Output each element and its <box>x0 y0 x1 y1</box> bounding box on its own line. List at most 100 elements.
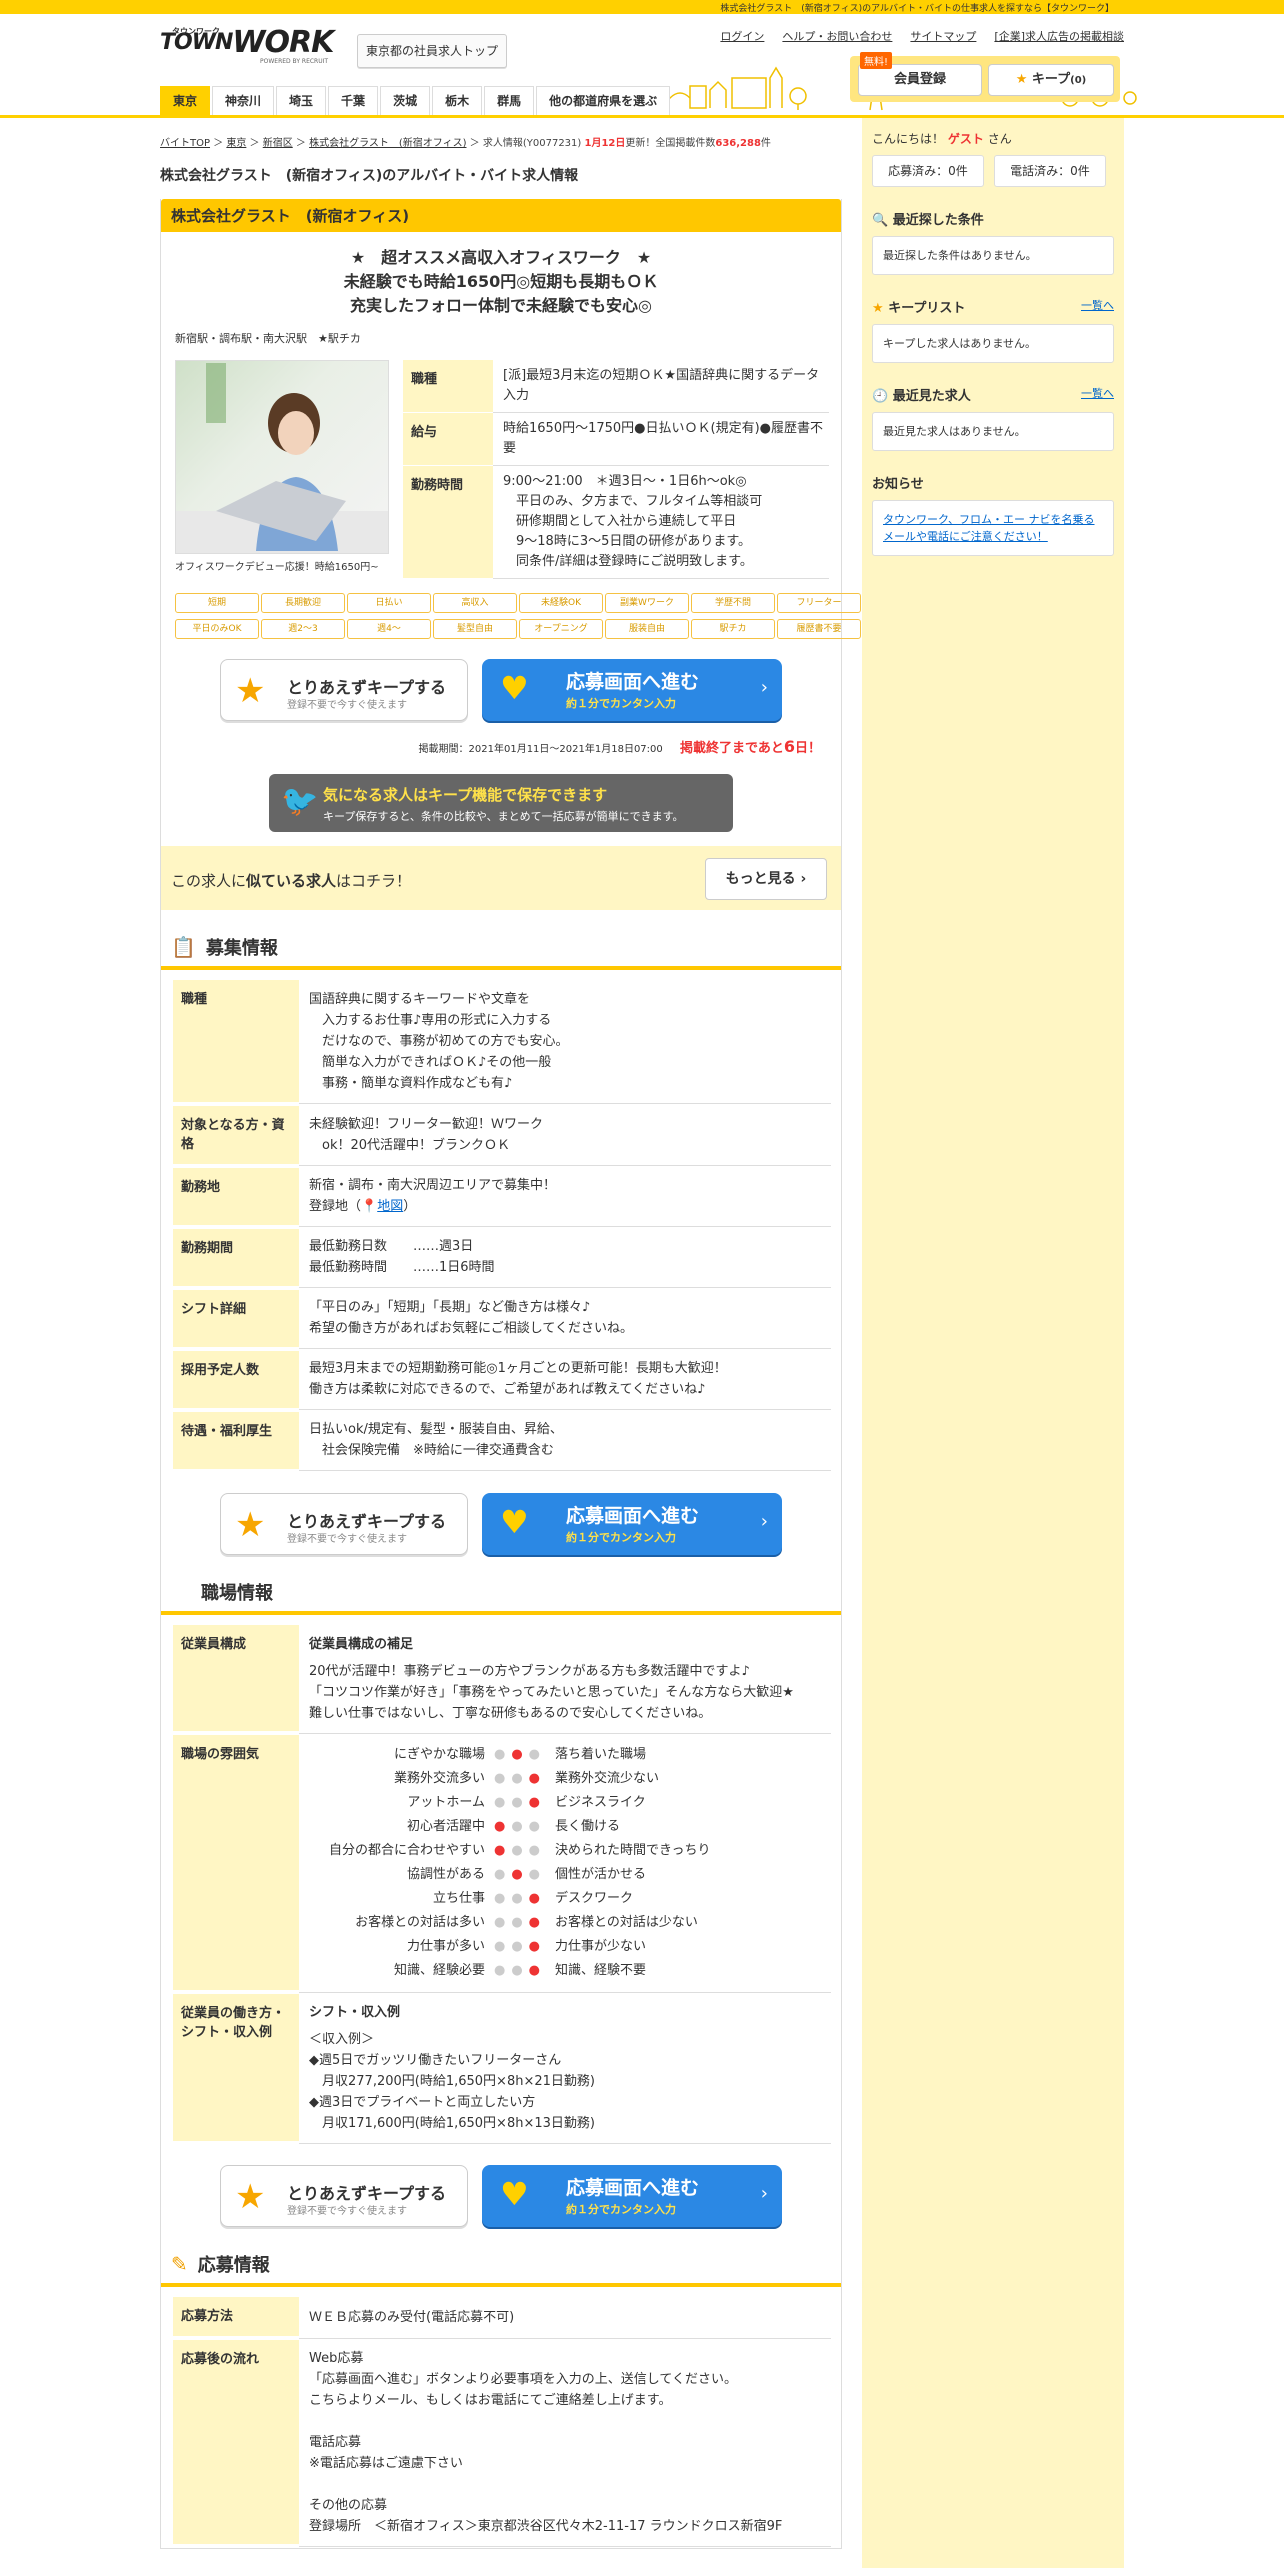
star-icon: ★ <box>1015 72 1028 87</box>
table-row: 職種 国語辞典に関するキーワードや文章を 入力するお仕事♪専用の形式に入力する だ… <box>173 980 831 1106</box>
atmosphere-left: 業務外交流多い <box>393 1770 485 1786</box>
atmosphere-left: アットホーム <box>407 1794 485 1810</box>
nav-tab-saitama[interactable]: 埼玉 <box>276 86 327 115</box>
star-icon: ★ <box>235 2177 266 2217</box>
mascot-icon: ♥ <box>500 2175 529 2213</box>
atmosphere-dot: ● <box>528 1746 547 1762</box>
see-more-button[interactable]: もっと見る › <box>705 858 827 900</box>
nav-tab-other[interactable]: 他の都道府県を選ぶ <box>536 86 671 115</box>
breadcrumb: バイトTOP ＞ 東京 ＞ 新宿区 ＞ 株式会社グラスト (新宿オフィス) ＞ … <box>160 138 771 149</box>
atmosphere-dot: ● <box>493 1914 512 1930</box>
atmosphere-dot: ● <box>511 1890 529 1906</box>
table-row: 職場の雰囲気 にぎやかな職場 ●●● 落ち着いた職場 業務外交流多い ●●● 業務外交流少な… <box>173 1733 831 1994</box>
summary-value: [派]最短3月末迄の短期ＯＫ★国語辞典に関するデータ入力 <box>493 360 829 413</box>
nav-tab-tokyo[interactable]: 東京 <box>160 86 211 115</box>
table-row: 従業員構成 従業員構成の補足 20代が活躍中！事務デビューの方やブランクがある方も多… <box>173 1624 831 1735</box>
summary-value: 時給1650円～1750円●日払いＯＫ(規定有)●履歴書不要 <box>493 412 829 466</box>
townwork-logo[interactable]: タウンワーク TOWN WORK POWERED BY RECRUIT <box>160 27 335 72</box>
history-icon: 🕘 <box>872 389 889 404</box>
feature-tag: 駅チカ <box>691 619 775 639</box>
atmosphere-dot: ● <box>493 1842 512 1858</box>
atmosphere-dot: ● <box>511 1794 529 1810</box>
atmosphere-left: 立ち仕事 <box>432 1890 485 1906</box>
staff-text: 20代が活躍中！事務デビューの方やブランクがある方も多数活躍中ですよ♪ 「コツコ… <box>309 1663 794 1721</box>
atmosphere-dots: ●●● <box>485 1863 555 1887</box>
atmosphere-right: ビジネスライク <box>555 1794 646 1810</box>
section-apply-header: ✎ 応募情報 <box>161 2251 841 2287</box>
help-link[interactable]: ヘルプ・お問い合わせ <box>782 28 892 44</box>
keep-button-title: とりあえずキープする <box>287 1511 447 1531</box>
summary-row: 給与 時給1650円～1750円●日払いＯＫ(規定有)●履歴書不要 <box>403 412 829 466</box>
row-value: 国語辞典に関するキーワードや文章を 入力するお仕事♪専用の形式に入力する だけな… <box>299 980 831 1104</box>
apply-button[interactable]: ♥ 応募画面へ進む 約１分でカンタン入力 › <box>482 2165 782 2227</box>
breadcrumb-shinjuku[interactable]: 新宿区 <box>263 138 293 149</box>
nav-tab-tochigi[interactable]: 栃木 <box>432 86 483 115</box>
apply-button[interactable]: ♥ 応募画面へ進む 約１分でカンタン入力 › <box>482 659 782 721</box>
search-icon: 🔍 <box>872 213 889 228</box>
catch-copy: ★ 超オススメ高収入オフィスワーク ★ 未経験でも時給1650円◎短期も長期もＯ… <box>161 246 841 318</box>
atmosphere-right: デスクワーク <box>555 1890 634 1906</box>
atmosphere-dot: ● <box>511 1962 529 1978</box>
atmosphere-left: お客様との対話は多い <box>355 1914 485 1930</box>
breadcrumb-company[interactable]: 株式会社グラスト (新宿オフィス) <box>309 138 466 149</box>
atmosphere-dots: ●●● <box>485 1791 555 1815</box>
breadcrumb-baito-top[interactable]: バイトTOP <box>160 138 210 149</box>
update-text: 更新！全国掲載件数 <box>625 138 716 149</box>
atmosphere-dot: ● <box>493 1938 512 1954</box>
job-card: 株式会社グラスト (新宿オフィス) ★ 超オススメ高収入オフィスワーク ★ 未経… <box>160 199 861 2549</box>
sitemap-link[interactable]: サイトマップ <box>910 28 976 44</box>
row-value: シフト・収入例 ＜収入例＞ ◆週5日でガッツリ働きたいフリーターさん 月収277,… <box>299 1992 831 2144</box>
apply-button[interactable]: ♥ 応募画面へ進む 約１分でカンタン入力 › <box>482 1492 782 1555</box>
keep-button-sub: 登録不要で今すぐ使えます <box>287 2206 407 2217</box>
map-link[interactable]: 地図 <box>377 1199 403 1214</box>
breadcrumb-tokyo[interactable]: 東京 <box>226 138 246 149</box>
feature-tag: 髪型自由 <box>433 619 517 639</box>
keep-feature-banner[interactable]: 🐦 気になる求人はキープ機能で保存できます キープ保存すると、条件の比較や、まと… <box>269 774 733 832</box>
row-label: 勤務地 <box>173 1165 299 1229</box>
notice-link[interactable]: タウンワーク、フロム・エー ナビを名乗るメールや電話にご注意ください！ <box>883 513 1095 543</box>
nav-tab-chiba[interactable]: 千葉 <box>328 86 379 115</box>
recently-viewed-box: 最近見た求人はありません。 <box>872 412 1114 451</box>
cta-row: ★ とりあえずキープする 登録不要で今すぐ使えます ♥ 応募画面へ進む 約１分で… <box>161 659 841 721</box>
web-applied-count[interactable]: 応募済み：0件 <box>872 155 984 187</box>
clipboard-icon: 📋 <box>171 935 196 959</box>
summary-label: 職種 <box>403 360 493 413</box>
keep-button[interactable]: ★ とりあえずキープする 登録不要で今すぐ使えます <box>220 1492 468 1555</box>
table-row: 勤務地 新宿・調布・南大沢周辺エリアで募集中！ 登録地（📍地図） <box>173 1165 831 1229</box>
keep-button[interactable]: ★ とりあえずキープする 登録不要で今すぐ使えます <box>220 659 468 721</box>
catch-line: 充実したフォロー体制で未経験でも安心◎ <box>350 296 652 315</box>
atmosphere-left: 知識、経験必要 <box>393 1962 485 1978</box>
job-summary: オフィスワークデビュー応援！時給1650円~ 職種 [派]最短3月末迄の短期ＯＫ★… <box>175 360 829 579</box>
apply-counts: 応募済み：0件 電話済み：0件 <box>872 155 1124 187</box>
atmosphere-dot: ● <box>511 1770 529 1786</box>
nav-tab-gunma[interactable]: 群馬 <box>484 86 535 115</box>
nav-tab-ibaraki[interactable]: 茨城 <box>380 86 431 115</box>
table-row: 対象となる方・資格 未経験歓迎！フリーター歓迎！Ｗワーク ok！20代活躍中！ブラ… <box>173 1103 831 1168</box>
feature-tag: 週4～ <box>347 619 431 639</box>
atmosphere-dot: ● <box>511 1818 529 1834</box>
recently-viewed-link[interactable]: 一覧へ <box>1081 385 1114 404</box>
keep-list-link[interactable]: 一覧へ <box>1081 297 1114 316</box>
feature-tag: フリーター <box>777 593 861 613</box>
tokyo-employee-top-button[interactable]: 東京都の社員求人トップ <box>357 34 507 68</box>
row-value: 新宿・調布・南大沢周辺エリアで募集中！ 登録地（📍地図） <box>299 1165 831 1227</box>
table-row: 応募後の流れ Web応募 「応募画面へ進む」ボタンより必要事項を入力の上、送信して… <box>173 2338 831 2548</box>
table-row: シフト詳細 「平日のみ」「短期」「長期」など働き方は様々♪ 希望の働き方があればお… <box>173 1287 831 1351</box>
prefecture-nav: 東京 神奈川 埼玉 千葉 茨城 栃木 群馬 他の都道府県を選ぶ <box>0 86 1284 118</box>
keep-button[interactable]: ★ とりあえずキープする 登録不要で今すぐ使えます <box>220 2165 468 2227</box>
atmosphere-dot: ● <box>528 1938 547 1954</box>
atmosphere-left: 自分の都合に合わせやすい <box>328 1842 485 1858</box>
tel-applied-count[interactable]: 電話済み：0件 <box>994 155 1106 187</box>
ad-consult-link[interactable]: [企業]求人広告の掲載相談 <box>994 28 1124 44</box>
feature-tags: 短期 長期歓迎 日払い 高収入 未経験OK 副業Wワーク 学歴不問 フリーター … <box>175 593 861 639</box>
office-worker-image <box>175 360 389 554</box>
atmosphere-dots: ●●● <box>485 1743 555 1767</box>
nav-tab-kanagawa[interactable]: 神奈川 <box>212 86 275 115</box>
row-label: 対象となる方・資格 <box>173 1103 299 1168</box>
cta-row: ★ とりあえずキープする 登録不要で今すぐ使えます ♥ 応募画面へ進む 約１分で… <box>161 1492 841 1555</box>
keep-button-label: キープ <box>1031 72 1071 87</box>
atmosphere-dot: ● <box>528 1890 547 1906</box>
login-link[interactable]: ログイン <box>720 28 764 44</box>
period-text: 掲載期間：2021年01月11日～2021年1月18日07:00 <box>418 744 663 755</box>
edit-icon: ✎ <box>171 2252 188 2276</box>
